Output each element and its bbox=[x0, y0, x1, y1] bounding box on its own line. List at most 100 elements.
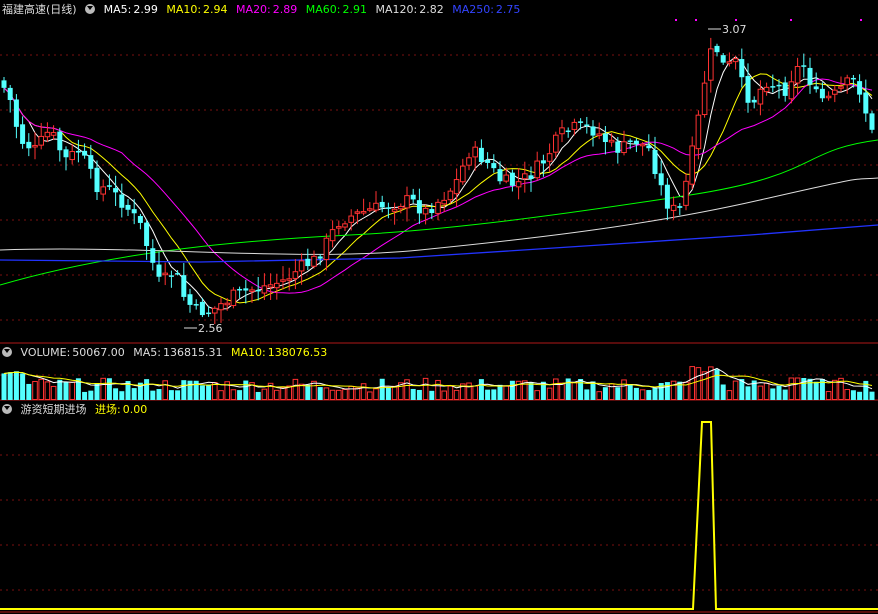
candle-body bbox=[404, 195, 410, 209]
signal-spike bbox=[0, 421, 878, 610]
volume-bar bbox=[447, 385, 454, 400]
volume-bar bbox=[261, 388, 268, 400]
volume-bar bbox=[106, 378, 112, 400]
volume-bar bbox=[596, 391, 603, 400]
candle-body bbox=[57, 131, 63, 151]
volume-bar bbox=[255, 391, 261, 400]
volume-bar bbox=[187, 380, 193, 400]
volume-bar bbox=[88, 390, 94, 400]
candle-body bbox=[44, 131, 51, 138]
volume-bar bbox=[807, 378, 813, 400]
candle-body bbox=[106, 185, 112, 187]
volume-bar bbox=[757, 385, 764, 400]
volume-bar bbox=[639, 389, 646, 400]
volume-bar bbox=[472, 385, 478, 400]
volume-bar bbox=[763, 382, 770, 401]
volume-bar bbox=[63, 381, 69, 400]
signal-dot bbox=[735, 19, 737, 21]
candle-body bbox=[757, 88, 764, 105]
volume-bar bbox=[150, 390, 156, 400]
volume-bar bbox=[528, 382, 534, 400]
volume-bar bbox=[26, 383, 32, 400]
candle-body bbox=[181, 275, 187, 297]
candle-body bbox=[602, 133, 608, 143]
candle-body bbox=[540, 160, 546, 164]
volume-bar bbox=[367, 391, 373, 401]
candle-body bbox=[472, 146, 478, 158]
candle-body bbox=[379, 201, 385, 208]
volume-bar bbox=[336, 389, 342, 400]
candle-body bbox=[615, 141, 621, 153]
candle-body bbox=[850, 77, 856, 80]
volume-bar bbox=[175, 390, 181, 400]
volume-bars bbox=[1, 366, 875, 401]
volume-bar bbox=[119, 391, 125, 400]
volume-bar bbox=[410, 388, 416, 400]
candle-body bbox=[832, 89, 838, 95]
volume-bar bbox=[156, 389, 162, 400]
candle-body bbox=[38, 135, 45, 146]
chart-canvas[interactable]: 3.07 2.56 bbox=[0, 0, 878, 614]
volume-bar bbox=[844, 389, 851, 401]
candle-body bbox=[670, 204, 677, 211]
candle-body bbox=[137, 216, 143, 223]
volume-bar bbox=[571, 382, 578, 400]
candle-body bbox=[522, 173, 528, 180]
candle-body bbox=[199, 301, 205, 316]
volume-bar bbox=[280, 387, 286, 400]
candle-body bbox=[466, 157, 472, 166]
volume-bar bbox=[615, 387, 621, 400]
candle-body bbox=[627, 140, 633, 142]
candle-body bbox=[131, 209, 137, 214]
candle-body bbox=[485, 159, 491, 163]
candle-body bbox=[32, 144, 38, 148]
candle-body bbox=[416, 200, 422, 214]
candle-body bbox=[559, 127, 565, 135]
candle-body bbox=[689, 145, 696, 185]
volume-bar bbox=[621, 379, 627, 401]
volume-bar bbox=[305, 384, 311, 400]
candle-body bbox=[7, 87, 13, 101]
candle-body bbox=[342, 223, 348, 228]
volume-bar bbox=[230, 389, 237, 401]
candle-body bbox=[621, 141, 627, 154]
volume-bar bbox=[701, 371, 708, 401]
volume-bar bbox=[292, 378, 299, 401]
volume-bar bbox=[162, 380, 168, 401]
candle-body bbox=[546, 153, 553, 162]
candle-body bbox=[509, 172, 515, 186]
candle-body bbox=[398, 206, 404, 210]
candle-body bbox=[354, 211, 361, 214]
volume-bar bbox=[825, 391, 832, 400]
candle-body bbox=[646, 145, 652, 149]
candle-body bbox=[553, 134, 559, 153]
ma-line bbox=[3, 73, 873, 304]
signal-dot bbox=[860, 19, 862, 21]
candle-body bbox=[794, 66, 801, 84]
candle-body bbox=[336, 226, 342, 229]
volume-bar bbox=[113, 388, 119, 400]
volume-bar bbox=[50, 385, 57, 401]
candle-body bbox=[280, 279, 286, 282]
volume-bar bbox=[441, 390, 447, 401]
volume-bar bbox=[720, 384, 726, 400]
candle-body bbox=[391, 208, 398, 212]
candle-body bbox=[1, 80, 7, 88]
volume-bar bbox=[373, 388, 379, 400]
volume-bar bbox=[485, 389, 491, 400]
candle-body bbox=[429, 209, 435, 214]
candle-body bbox=[100, 186, 107, 195]
volume-bar bbox=[360, 383, 367, 400]
candle-body bbox=[596, 133, 603, 136]
candle-body bbox=[206, 312, 212, 315]
candle-body bbox=[317, 256, 323, 259]
candle-body bbox=[534, 160, 541, 179]
candle-body bbox=[441, 199, 447, 205]
candle-body bbox=[162, 272, 168, 276]
volume-bar bbox=[745, 386, 751, 400]
volume-bar bbox=[13, 371, 19, 400]
volume-bar bbox=[206, 384, 212, 400]
volume-bar bbox=[243, 380, 249, 400]
volume-bar bbox=[131, 388, 137, 400]
candle-body bbox=[50, 132, 57, 136]
